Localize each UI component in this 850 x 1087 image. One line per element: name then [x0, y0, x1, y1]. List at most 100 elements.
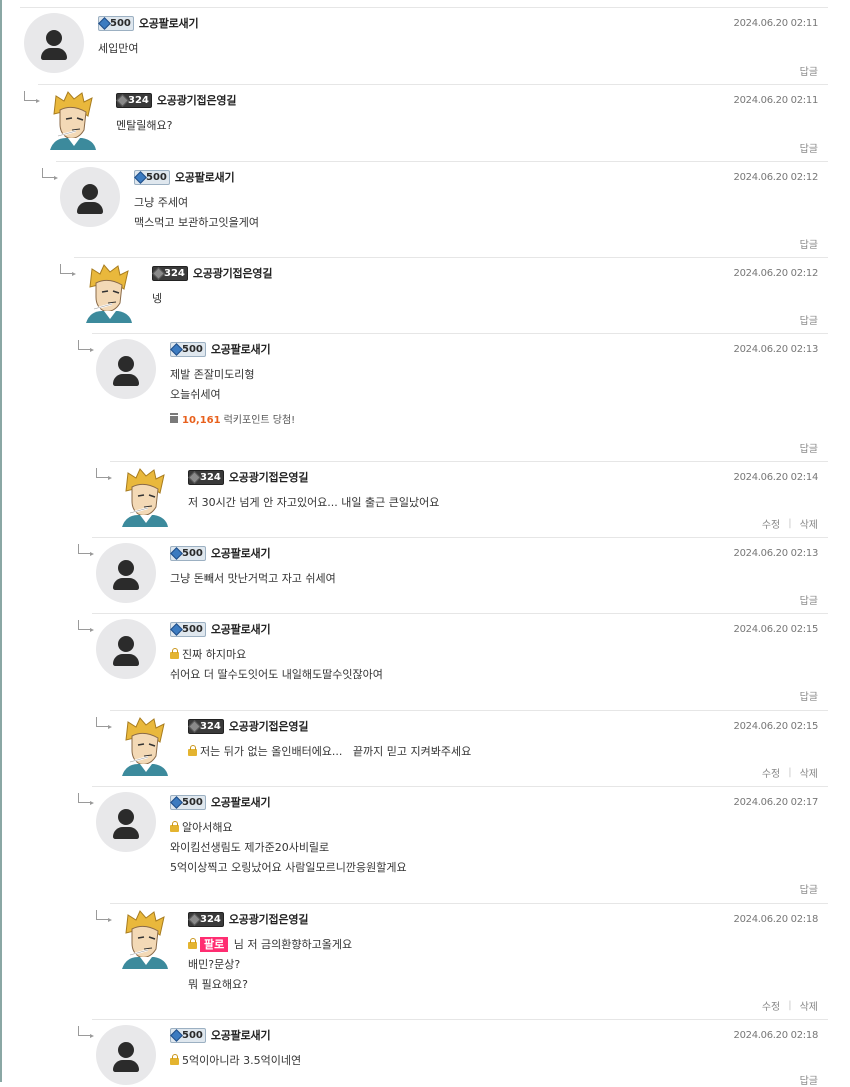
- reply-button[interactable]: 답글: [800, 440, 818, 455]
- reply-arrow-icon: [78, 544, 94, 556]
- author-name[interactable]: 오공광기접은영길: [157, 92, 237, 108]
- comment-body: 저는 뒤가 없는 올인배터에요... 끝까지 믿고 지켜봐주세요: [188, 742, 748, 762]
- anime-character-avatar[interactable]: [114, 716, 174, 776]
- lucky-points-text: 럭키포인트 당첨!: [223, 415, 296, 426]
- user-avatar[interactable]: [96, 339, 156, 399]
- reply-button[interactable]: 답글: [800, 140, 818, 155]
- comment-timestamp: 2024.06.20 02:12: [733, 268, 819, 279]
- level-badge-icon: 324: [152, 265, 188, 281]
- lucky-points-value: 10,161: [182, 415, 221, 426]
- anime-character-avatar[interactable]: [78, 263, 138, 323]
- author-name[interactable]: 오공광기접은영길: [229, 718, 309, 734]
- comment-header: 500 오공팔로새기: [170, 794, 271, 810]
- comment: 500 오공팔로새기 2024.06.20 02:17 알아서해요 와이킴선생림…: [78, 786, 828, 903]
- anime-character-avatar[interactable]: [114, 467, 174, 527]
- user-avatar[interactable]: [96, 543, 156, 603]
- comment: 500 오공팔로새기 2024.06.20 02:15 진짜 하지마요 쉬어요 …: [78, 613, 828, 710]
- comment: 324 오공광기접은영길 2024.06.20 02:14 저 30시간 넘게 …: [96, 461, 828, 537]
- reply-arrow-icon: [42, 168, 58, 180]
- lucky-point-notice: 10,161 럭키포인트 당첨!: [170, 411, 730, 426]
- reply-arrow-icon: [78, 793, 94, 805]
- reply-arrow-icon: [24, 91, 40, 103]
- level-number: 500: [182, 343, 203, 355]
- comment-text: 그냥 돈빼서 맛난거먹고 자고 쉬세여: [170, 572, 336, 585]
- comment-header: 324 오공광기접은영길: [188, 469, 308, 485]
- comment: 500 오공팔로새기 2024.06.20 02:18 5억이아니라 3.5억이…: [78, 1019, 828, 1087]
- comment-header: 324 오공광기접은영길: [188, 718, 308, 734]
- comment-header: 500 오공팔로새기: [170, 545, 271, 561]
- comment-body: 팔로 님 저 금의환향하고올게요 배민?문상? 뭐 필요해요?: [188, 935, 748, 995]
- comment-text: 저는 뒤가 없는 올인배터에요... 끝까지 믿고 지켜봐주세요: [188, 742, 748, 762]
- level-number: 500: [182, 796, 203, 808]
- reply-button[interactable]: 답글: [800, 1072, 818, 1087]
- user-avatar[interactable]: [96, 1025, 156, 1085]
- comment-body: 넹: [152, 289, 712, 309]
- reply-button[interactable]: 답글: [800, 592, 818, 607]
- comment-header: 324 오공광기접은영길: [188, 911, 308, 927]
- action-separator: |: [788, 518, 792, 529]
- author-name[interactable]: 오공팔로새기: [211, 1027, 271, 1043]
- edit-button[interactable]: 수정: [762, 998, 780, 1013]
- comment-body: 그냥 주세여 맥스먹고 보관하고잇을게여: [134, 193, 694, 233]
- action-separator: |: [788, 767, 792, 778]
- lock-icon: [170, 821, 179, 832]
- reply-button[interactable]: 답글: [800, 236, 818, 251]
- author-name[interactable]: 오공광기접은영길: [229, 469, 309, 485]
- level-badge-icon: 500: [170, 341, 206, 357]
- mention-tag[interactable]: 팔로: [200, 937, 229, 952]
- reply-button[interactable]: 답글: [800, 688, 818, 703]
- comment-actions: 답글: [800, 592, 818, 607]
- comment-text: 오늘쉬세여: [170, 388, 221, 401]
- comment-header: 500 오공팔로새기: [170, 621, 271, 637]
- comment-timestamp: 2024.06.20 02:18: [733, 1030, 819, 1041]
- author-name[interactable]: 오공팔로새기: [211, 545, 271, 561]
- comment-text: 그냥 주세여: [134, 196, 189, 209]
- comment-header: 324 오공광기접은영길: [152, 265, 272, 281]
- edit-button[interactable]: 수정: [762, 765, 780, 780]
- comment-timestamp: 2024.06.20 02:15: [733, 624, 819, 635]
- level-badge-icon: 500: [134, 169, 170, 185]
- delete-button[interactable]: 삭제: [800, 998, 818, 1013]
- author-name[interactable]: 오공팔로새기: [211, 794, 271, 810]
- comment-text: 멘탈릴해요?: [116, 119, 173, 132]
- delete-button[interactable]: 삭제: [800, 765, 818, 780]
- lock-icon: [188, 938, 197, 949]
- comment: 500 오공팔로새기 2024.06.20 02:12 그냥 주세여 맥스먹고 …: [42, 161, 828, 257]
- delete-button[interactable]: 삭제: [800, 516, 818, 531]
- comment-text-value: 진짜 하지마요: [182, 648, 247, 661]
- lock-icon: [188, 745, 197, 756]
- author-name[interactable]: 오공팔로새기: [211, 341, 271, 357]
- comment-body: 멘탈릴해요?: [116, 116, 676, 136]
- level-number: 324: [164, 267, 185, 279]
- user-avatar[interactable]: [96, 619, 156, 679]
- comment-timestamp: 2024.06.20 02:11: [733, 18, 819, 29]
- comment-thread: 500 오공팔로새기 2024.06.20 02:11 세입만여 답글 324 …: [0, 0, 850, 1087]
- author-name[interactable]: 오공팔로새기: [211, 621, 271, 637]
- comment-actions: 답글: [800, 312, 818, 327]
- reply-button[interactable]: 답글: [800, 312, 818, 327]
- comment-text: 쉬어요 더 딸수도잇어도 내일해도딸수잇잖아여: [170, 668, 383, 681]
- author-name[interactable]: 오공광기접은영길: [229, 911, 309, 927]
- reply-button[interactable]: 답글: [800, 881, 818, 896]
- comment-timestamp: 2024.06.20 02:13: [733, 548, 819, 559]
- level-number: 500: [182, 623, 203, 635]
- comment: 500 오공팔로새기 2024.06.20 02:13 그냥 돈빼서 맛난거먹고…: [78, 537, 828, 613]
- anime-character-avatar[interactable]: [42, 90, 102, 150]
- user-avatar[interactable]: [96, 792, 156, 852]
- level-number: 500: [182, 547, 203, 559]
- user-avatar[interactable]: [24, 13, 84, 73]
- author-name[interactable]: 오공팔로새기: [175, 169, 235, 185]
- comment-text: 저 30시간 넘게 안 자고있어요... 내일 출근 큰일났어요: [188, 496, 440, 509]
- author-name[interactable]: 오공팔로새기: [139, 15, 199, 31]
- user-avatar[interactable]: [60, 167, 120, 227]
- comment-body: 5억이아니라 3.5억이네연: [170, 1051, 730, 1071]
- comment-text: 알아서해요: [170, 818, 730, 838]
- comment-body: 그냥 돈빼서 맛난거먹고 자고 쉬세여: [170, 569, 730, 589]
- edit-button[interactable]: 수정: [762, 516, 780, 531]
- reply-button[interactable]: 답글: [800, 63, 818, 78]
- anime-character-avatar[interactable]: [114, 909, 174, 969]
- comment-timestamp: 2024.06.20 02:18: [733, 914, 819, 925]
- comment-actions: 답글: [800, 63, 818, 78]
- comment-actions: 답글: [800, 140, 818, 155]
- author-name[interactable]: 오공광기접은영길: [193, 265, 273, 281]
